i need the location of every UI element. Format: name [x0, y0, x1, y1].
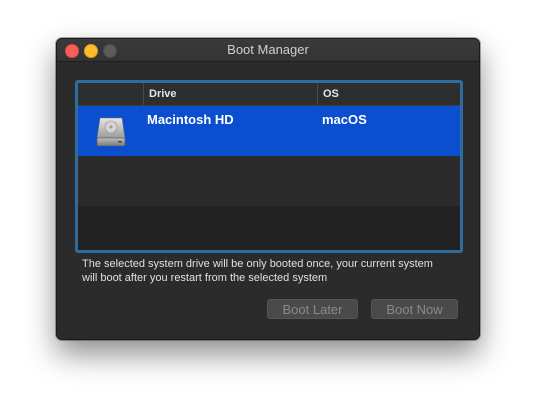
os-name: macOS [322, 112, 367, 127]
boot-later-button[interactable]: Boot Later [267, 299, 358, 319]
hard-drive-icon [96, 117, 126, 147]
drive-table[interactable]: Drive OS Macintosh HD macOS [75, 80, 463, 253]
window-title: Boot Manager [227, 42, 309, 57]
boot-manager-window: Boot Manager Drive OS Macintosh HD macOS… [56, 38, 480, 340]
table-header: Drive OS [78, 83, 460, 106]
table-row[interactable]: Macintosh HD macOS [78, 106, 460, 156]
boot-now-button[interactable]: Boot Now [371, 299, 458, 319]
title-bar: Boot Manager [57, 39, 479, 62]
table-row-empty [78, 156, 460, 206]
column-header-drive[interactable]: Drive [144, 83, 318, 105]
table-row-empty [78, 206, 460, 250]
column-header-os[interactable]: OS [318, 83, 460, 105]
drive-name: Macintosh HD [147, 112, 234, 127]
column-header-icon[interactable] [78, 83, 144, 105]
boot-hint-text: The selected system drive will be only b… [82, 258, 433, 284]
